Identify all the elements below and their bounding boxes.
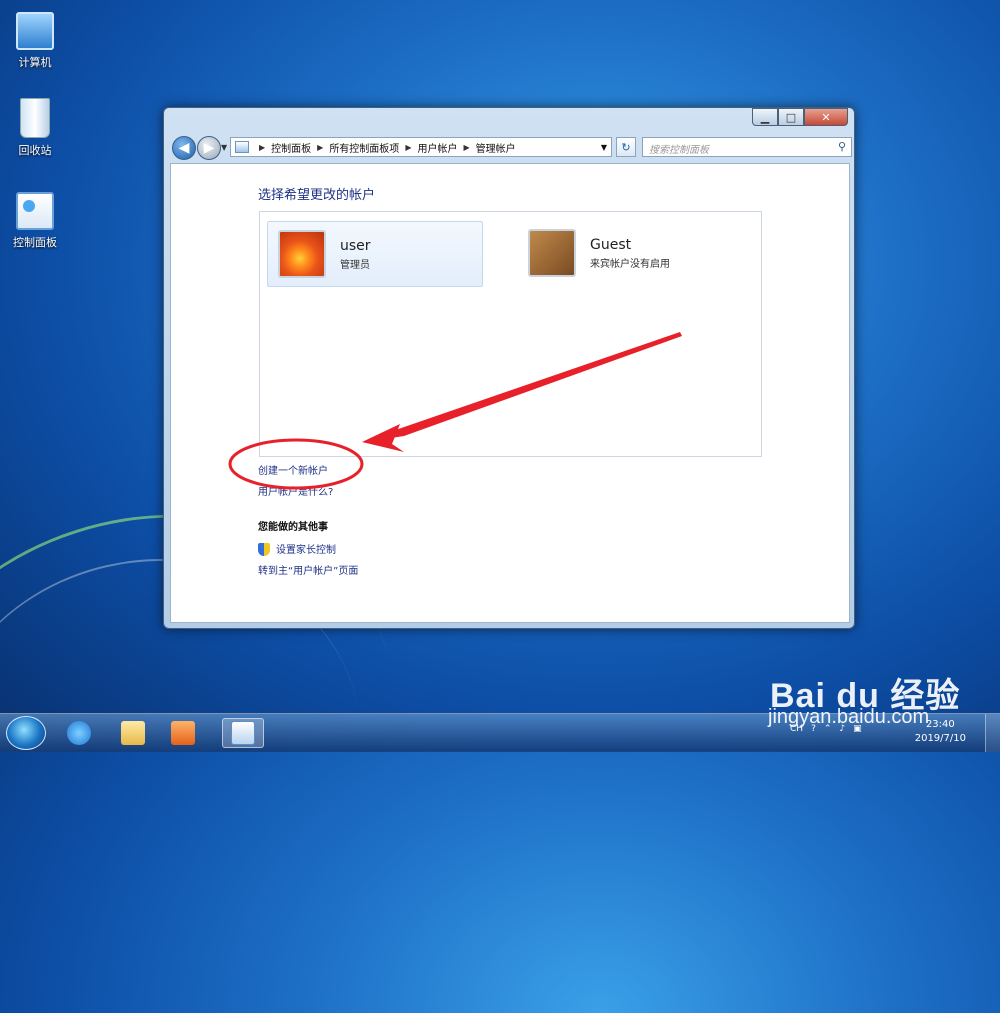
navigation-bar: ◀ ▶ ▼ ▶ 控制面板 ▶ 所有控制面板项 ▶ 用户帐户 ▶ 管理帐户 ▼ ↻… (170, 134, 852, 160)
account-role: 来宾帐户没有启用 (590, 258, 670, 270)
search-input[interactable]: 搜索控制面板 ⚲ (642, 137, 852, 157)
taskbar-media-player[interactable] (162, 718, 204, 748)
other-tasks-heading: 您能做的其他事 (258, 522, 328, 533)
parental-controls-link[interactable]: 设置家长控制 (258, 541, 336, 556)
recycle-bin-icon (20, 98, 50, 138)
breadcrumb-item[interactable]: 管理帐户 (476, 140, 516, 155)
search-icon[interactable]: ⚲ (838, 140, 846, 153)
control-panel-icon (235, 141, 249, 153)
page-title: 选择希望更改的帐户 (258, 188, 376, 203)
recent-pages-dropdown[interactable]: ▼ (221, 143, 227, 152)
account-tile-guest[interactable]: Guest 来宾帐户没有启用 (518, 221, 732, 285)
maximize-button[interactable]: □ (778, 108, 804, 126)
desktop-icon-control-panel[interactable]: 控制面板 (0, 192, 70, 250)
breadcrumb-separator-icon[interactable]: ▶ (317, 143, 323, 152)
breadcrumb-item[interactable]: 所有控制面板项 (329, 140, 399, 155)
search-placeholder: 搜索控制面板 (649, 145, 709, 156)
breadcrumb-separator-icon[interactable]: ▶ (463, 143, 469, 152)
control-panel-window: ▁ □ ✕ ◀ ▶ ▼ ▶ 控制面板 ▶ 所有控制面板项 ▶ 用户帐户 ▶ 管理… (163, 107, 855, 629)
breadcrumb-separator-icon[interactable]: ▶ (259, 143, 265, 152)
user-picture-briefcase (528, 229, 576, 277)
desktop-icon-recycle-bin[interactable]: 回收站 (0, 98, 70, 158)
desktop-icon-computer[interactable]: 计算机 (0, 12, 70, 70)
close-button[interactable]: ✕ (804, 108, 848, 126)
media-player-icon (171, 721, 195, 745)
refresh-button[interactable]: ↻ (616, 137, 636, 157)
back-button[interactable]: ◀ (172, 136, 196, 160)
what-is-account-link[interactable]: 用户帐户是什么? (258, 483, 333, 498)
window-controls: ▁ □ ✕ (752, 108, 848, 126)
main-user-accounts-link[interactable]: 转到主“用户帐户”页面 (258, 562, 358, 577)
start-button[interactable] (6, 716, 46, 750)
folder-icon (121, 721, 145, 745)
breadcrumb-separator-icon[interactable]: ▶ (405, 143, 411, 152)
desktop-icon-label: 控制面板 (13, 236, 57, 249)
account-name: Guest (590, 236, 632, 253)
taskbar-ie[interactable] (58, 718, 100, 748)
desktop-icon-label: 计算机 (18, 56, 52, 69)
breadcrumb-item[interactable]: 控制面板 (271, 140, 311, 155)
minimize-button[interactable]: ▁ (752, 108, 778, 126)
account-role: 管理员 (340, 259, 370, 271)
shield-icon (258, 543, 270, 556)
clock-date: 2019/7/10 (914, 733, 966, 744)
address-dropdown-icon[interactable]: ▼ (601, 143, 607, 152)
address-bar[interactable]: ▶ 控制面板 ▶ 所有控制面板项 ▶ 用户帐户 ▶ 管理帐户 ▼ (230, 137, 612, 157)
parental-controls-label: 设置家长控制 (276, 545, 336, 556)
forward-button[interactable]: ▶ (197, 136, 221, 160)
account-name: user (340, 237, 371, 254)
control-panel-icon (231, 721, 255, 745)
show-desktop-button[interactable] (985, 714, 1000, 752)
taskbar-control-panel[interactable] (222, 718, 264, 748)
taskbar-explorer[interactable] (112, 718, 154, 748)
breadcrumb-item[interactable]: 用户帐户 (417, 140, 457, 155)
account-tile-user[interactable]: user 管理员 (267, 221, 483, 287)
desktop-icon-label: 回收站 (18, 144, 52, 157)
content-pane: 选择希望更改的帐户 user 管理员 Guest 来宾帐户没有启用 创建一个新帐… (170, 163, 850, 623)
baidu-watermark-url: jingyan.baidu.com (768, 706, 930, 728)
control-panel-icon (16, 192, 54, 230)
create-account-link[interactable]: 创建一个新帐户 (258, 462, 328, 477)
account-list: user 管理员 Guest 来宾帐户没有启用 (259, 211, 762, 457)
internet-explorer-icon (67, 721, 91, 745)
computer-icon (16, 12, 54, 50)
user-picture-flower (278, 230, 326, 278)
